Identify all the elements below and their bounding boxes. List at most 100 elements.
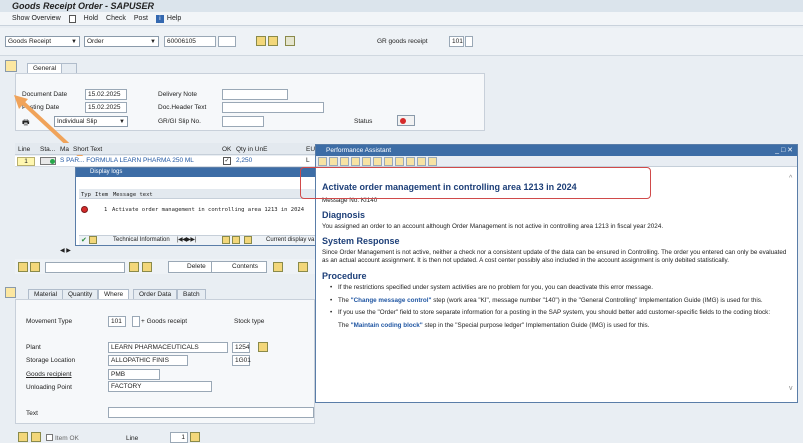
gr-label: GR goods receipt	[377, 38, 428, 45]
movement-type-help[interactable]	[465, 36, 473, 47]
details-icon[interactable]	[298, 262, 308, 272]
execute-icon[interactable]	[256, 36, 266, 46]
navigation-buttons[interactable]: |◀◀▶▶|	[177, 236, 196, 243]
order-number-input[interactable]: 60006105	[164, 36, 216, 47]
scroll-up-icon[interactable]: ^	[789, 175, 792, 182]
diagnosis-title: Diagnosis	[322, 210, 366, 220]
contents-button[interactable]: Contents	[211, 261, 268, 273]
scroll-down-icon[interactable]: v	[789, 385, 793, 392]
item-text-input[interactable]	[108, 407, 314, 418]
reference-type-value: Order	[87, 38, 104, 45]
menu-show-overview[interactable]: Show Overview	[12, 15, 61, 22]
plant-lookup-icon[interactable]	[258, 342, 268, 352]
col-mat: Ma	[60, 146, 70, 153]
line-label: Line	[126, 435, 139, 442]
menu-help-label: Help	[166, 15, 182, 22]
chevron-down-icon: ▼	[119, 119, 125, 125]
log-col-item: Item	[95, 192, 109, 198]
plant-code-field[interactable]: 1254	[232, 342, 250, 353]
goods-recipient-label[interactable]: Goods recipient	[26, 371, 72, 378]
change-message-control-link[interactable]: "Change message control"	[351, 297, 432, 304]
find-icon[interactable]	[129, 262, 139, 272]
row-ok-checkbox[interactable]: ✓	[223, 157, 231, 165]
procedure-item: If you use the "Order" field to store se…	[322, 309, 791, 318]
storage-location-code[interactable]: 1G01	[232, 355, 251, 366]
bookmark-icon[interactable]	[395, 156, 404, 166]
technical-information-button[interactable]: Technical Information	[113, 237, 170, 243]
procedure-text: The	[338, 321, 351, 329]
help-icon[interactable]	[89, 236, 97, 244]
item-search-input[interactable]	[45, 262, 125, 273]
forward-icon[interactable]	[329, 156, 338, 166]
current-display-button[interactable]: Current display va	[266, 237, 314, 243]
doc-header-input[interactable]	[222, 102, 324, 113]
table-scroll-left[interactable]: ◀ ▶	[60, 247, 71, 254]
list-icon[interactable]	[285, 36, 295, 46]
action-select[interactable]: Goods Receipt ▼	[5, 36, 80, 47]
procedure-item: The "Change message control" step (work …	[322, 297, 791, 306]
display-logs-title: Display logs	[76, 168, 317, 177]
find-next-icon[interactable]	[142, 262, 152, 272]
procedure-item: The "Maintain coding block" step in the …	[322, 322, 791, 331]
line-go-icon[interactable]	[190, 432, 200, 442]
item-ok-checkbox[interactable]	[46, 434, 53, 441]
menu-help[interactable]: i Help	[155, 14, 182, 23]
previous-item-icon[interactable]	[18, 432, 28, 442]
menu-post[interactable]: Post	[134, 15, 148, 22]
menu-hold[interactable]: Hold	[84, 15, 98, 22]
move-up-icon[interactable]	[18, 262, 28, 272]
filter-icon[interactable]	[222, 236, 230, 244]
window-controls[interactable]: _ □ ✕	[775, 145, 793, 156]
log-row-message[interactable]: Activate order management in controlling…	[112, 207, 304, 213]
storage-location-field[interactable]: ALLOPATHIC FINIS	[108, 355, 188, 366]
expand-icon[interactable]	[362, 156, 371, 166]
reference-type-select[interactable]: Order ▼	[84, 36, 159, 47]
unloading-point-field[interactable]: FACTORY	[108, 381, 212, 392]
chevron-down-icon: ▼	[71, 39, 77, 45]
plant-field[interactable]: LEARN PHARMACEUTICALS	[108, 342, 228, 353]
confirm-icon[interactable]: ✔	[81, 236, 87, 244]
col-line: Line	[18, 146, 31, 153]
order-item-input[interactable]	[218, 36, 236, 47]
expand-icon[interactable]	[273, 262, 283, 272]
line-input[interactable]: 1	[170, 432, 188, 443]
plant-label: Plant	[26, 344, 41, 351]
slip-number-input[interactable]	[222, 116, 264, 127]
delete-button-label: Delete	[187, 263, 206, 270]
assistant-scrollbar[interactable]: ^ v	[787, 175, 797, 402]
next-item-icon[interactable]	[31, 432, 41, 442]
edit-icon[interactable]	[373, 156, 382, 166]
layout-icon[interactable]	[244, 236, 252, 244]
binoculars-icon[interactable]	[268, 36, 278, 46]
move-down-icon[interactable]	[30, 262, 40, 272]
movement-type-reversal[interactable]	[132, 316, 140, 327]
row-line: 1	[17, 157, 35, 166]
home-icon[interactable]	[340, 156, 349, 166]
back-icon[interactable]	[318, 156, 327, 166]
technical-info-icon[interactable]	[351, 156, 360, 166]
system-response-title: System Response	[322, 236, 400, 246]
print-icon[interactable]	[417, 156, 426, 166]
info-icon: i	[155, 14, 164, 23]
row-short-text[interactable]: S PAR... FORMULA LEARN PHARMA 250 ML	[60, 157, 194, 164]
new-document-icon[interactable]	[68, 14, 76, 23]
row-eu: L	[306, 157, 310, 164]
find-icon[interactable]	[384, 156, 393, 166]
sum-icon[interactable]	[232, 236, 240, 244]
maintain-coding-block-link[interactable]: "Maintain coding block"	[351, 322, 423, 329]
row-qty[interactable]: 2,250	[236, 157, 252, 164]
delivery-note-label: Delivery Note	[158, 91, 198, 98]
action-select-value: Goods Receipt	[8, 38, 51, 45]
performance-assistant-title-text: Performance Assistant	[326, 147, 392, 154]
close-icon[interactable]	[428, 156, 437, 166]
menu-check[interactable]: Check	[106, 15, 126, 22]
movement-type-field[interactable]: 101	[108, 316, 126, 327]
delivery-note-input[interactable]	[222, 89, 288, 100]
delete-button[interactable]: Delete	[168, 261, 213, 273]
collapse-header-icon[interactable]	[5, 60, 17, 72]
settings-icon[interactable]	[406, 156, 415, 166]
goods-recipient-field[interactable]: PMB	[108, 369, 160, 380]
movement-type-input[interactable]: 101	[449, 36, 464, 47]
procedure-item: If the restrictions specified under syst…	[322, 284, 791, 293]
collapse-detail-icon[interactable]	[5, 287, 16, 298]
